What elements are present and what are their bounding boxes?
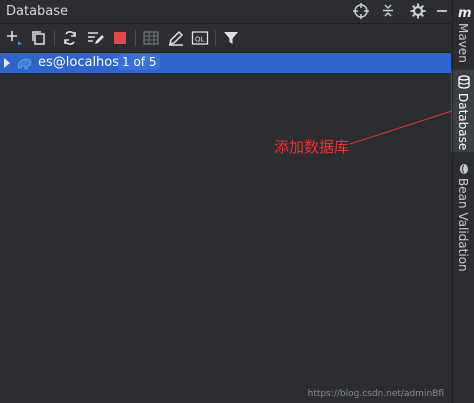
database-icon [457, 75, 471, 92]
tab-database[interactable]: Database [453, 70, 474, 152]
annotation-overlay [349, 69, 474, 153]
maven-icon: m [458, 6, 472, 21]
annotation-label: 添加数据库 [274, 138, 350, 156]
tab-maven-label: Maven [456, 23, 470, 63]
annotation-line [349, 109, 456, 145]
tab-bean-validation-label: Bean Validation [456, 178, 470, 272]
tab-maven[interactable]: m Maven [453, 0, 474, 66]
tab-database-label: Database [456, 93, 470, 151]
watermark: https://blog.csdn.net/adminBfl [307, 389, 444, 399]
tab-bean-validation[interactable]: Bean Validation [453, 160, 474, 272]
right-tool-strip: m Maven Database Bean Validation [452, 0, 474, 403]
bean-icon [458, 163, 470, 178]
